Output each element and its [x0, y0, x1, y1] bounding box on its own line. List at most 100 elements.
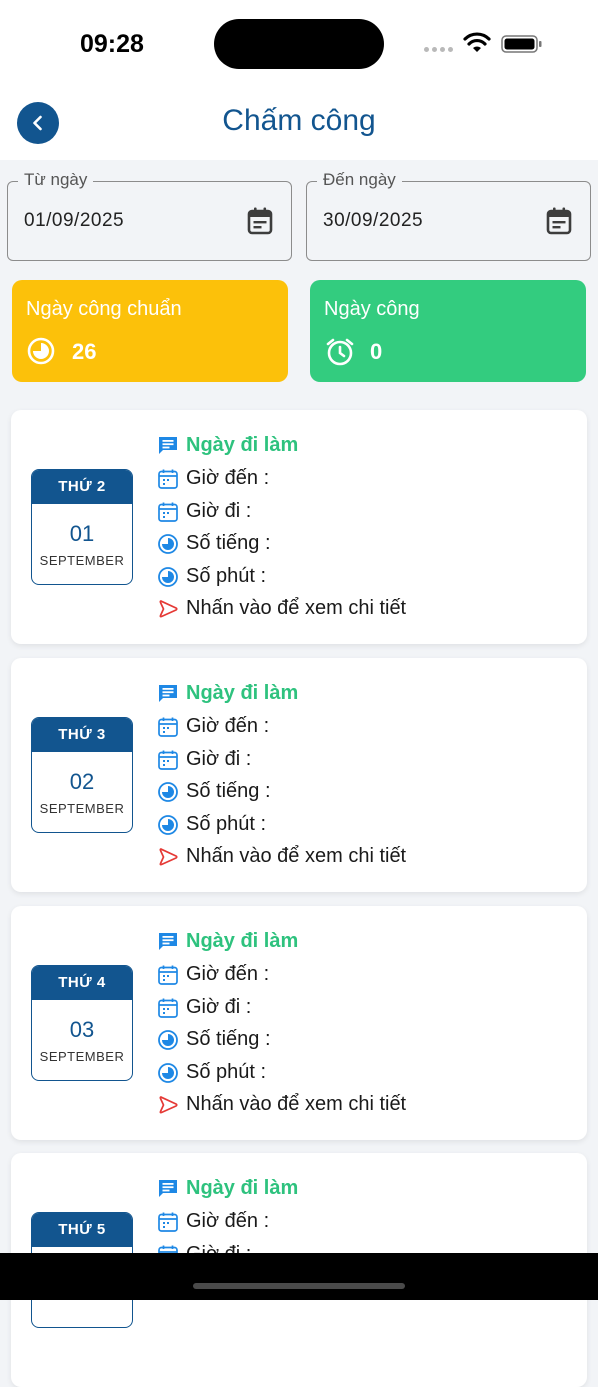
- dynamic-island: [214, 19, 384, 69]
- calendar-icon: [158, 1212, 178, 1232]
- from-date-field[interactable]: Từ ngày 01/09/2025: [7, 170, 292, 261]
- minutes-label: Số phút :: [186, 1061, 267, 1083]
- calendar-icon: [158, 502, 178, 522]
- day-card[interactable]: THỨ 2 01 SEPTEMBER Ngày đi làm Giờ đến :…: [11, 410, 587, 644]
- arrow-right-icon: [159, 1095, 178, 1113]
- minutes-row: Số phút :: [157, 813, 266, 836]
- message-icon: [159, 436, 177, 454]
- clock-icon: [158, 1029, 178, 1050]
- hours-row: Số tiếng :: [157, 532, 271, 555]
- month-label: SEPTEMBER: [39, 801, 125, 816]
- standard-workdays-value: 26: [72, 339, 97, 364]
- status-row: Ngày đi làm: [157, 434, 298, 457]
- detail-link[interactable]: Nhấn vào để xem chi tiết: [186, 597, 406, 620]
- leave-row: Giờ đi :: [157, 500, 251, 523]
- to-date-label: Đến ngày: [317, 170, 402, 190]
- signal-icon: [424, 47, 453, 52]
- day-card[interactable]: THỨ 4 03 SEPTEMBER Ngày đi làm Giờ đến :…: [11, 906, 587, 1140]
- weekday-label: THỨ 2: [32, 470, 132, 504]
- hours-row: Số tiếng :: [157, 780, 271, 803]
- hours-row: Số tiếng :: [157, 1028, 271, 1051]
- date-badge: THỨ 2 01 SEPTEMBER: [31, 469, 133, 585]
- minutes-label: Số phút :: [186, 565, 267, 587]
- hours-label: Số tiếng :: [186, 532, 271, 554]
- weekday-label: THỨ 3: [32, 718, 132, 752]
- minutes-row: Số phút :: [157, 565, 266, 588]
- date-badge: THỨ 3 02 SEPTEMBER: [31, 717, 133, 833]
- weekday-label: THỨ 4: [32, 966, 132, 1000]
- status-text: Ngày đi làm: [186, 1177, 299, 1199]
- home-bar: [0, 1253, 598, 1300]
- day-number: 01: [69, 521, 95, 546]
- hours-label: Số tiếng :: [186, 780, 271, 802]
- status-row: Ngày đi làm: [157, 682, 298, 705]
- clock-icon: [158, 566, 178, 587]
- to-date-field[interactable]: Đến ngày 30/09/2025: [306, 170, 591, 261]
- leave-label: Giờ đi :: [186, 996, 252, 1018]
- detail-row[interactable]: Nhấn vào để xem chi tiết: [157, 597, 406, 620]
- detail-row[interactable]: Nhấn vào để xem chi tiết: [157, 1093, 406, 1116]
- calendar-icon[interactable]: [546, 207, 572, 235]
- minutes-label: Số phút :: [186, 813, 267, 835]
- month-label: SEPTEMBER: [39, 1049, 125, 1064]
- status-time: 09:28: [80, 30, 144, 58]
- calendar-icon: [158, 469, 178, 489]
- top-bar: 09:28 Chấm công: [0, 0, 598, 160]
- leave-label: Giờ đi :: [186, 748, 252, 770]
- arrow-right-icon: [159, 599, 178, 617]
- to-date-value: 30/09/2025: [323, 210, 424, 231]
- home-indicator[interactable]: [193, 1283, 405, 1289]
- status-text: Ngày đi làm: [186, 682, 299, 704]
- battery-icon: [501, 35, 542, 53]
- calendar-icon: [158, 717, 178, 737]
- status-row: Ngày đi làm: [157, 1177, 298, 1200]
- day-number: 02: [69, 769, 95, 794]
- day-card[interactable]: THỨ 3 02 SEPTEMBER Ngày đi làm Giờ đến :…: [11, 658, 587, 892]
- alarm-icon: [326, 338, 354, 366]
- arrive-label: Giờ đến :: [186, 467, 270, 489]
- detail-link[interactable]: Nhấn vào để xem chi tiết: [186, 1093, 406, 1116]
- calendar-icon: [158, 998, 178, 1018]
- workdays-card: Ngày công 0: [310, 280, 586, 382]
- page-title: Chấm công: [222, 104, 376, 137]
- status-text: Ngày đi làm: [186, 434, 299, 456]
- from-date-value: 01/09/2025: [24, 210, 125, 231]
- arrive-label: Giờ đến :: [186, 1210, 270, 1232]
- status-row: Ngày đi làm: [157, 930, 298, 953]
- minutes-row: Số phút :: [157, 1061, 266, 1084]
- day-number: 03: [69, 1017, 95, 1042]
- arrive-label: Giờ đến :: [186, 715, 270, 737]
- calendar-icon: [158, 750, 178, 770]
- status-text: Ngày đi làm: [186, 930, 299, 952]
- message-icon: [159, 1179, 177, 1197]
- clock-icon: [27, 337, 55, 365]
- calendar-icon[interactable]: [247, 207, 273, 235]
- month-label: SEPTEMBER: [39, 553, 125, 568]
- workdays-label: Ngày công: [324, 298, 420, 320]
- calendar-icon: [158, 965, 178, 985]
- arrow-right-icon: [159, 847, 178, 865]
- detail-link[interactable]: Nhấn vào để xem chi tiết: [186, 845, 406, 868]
- from-date-label: Từ ngày: [18, 170, 94, 190]
- clock-icon: [158, 1062, 178, 1083]
- clock-icon: [158, 781, 178, 802]
- arrive-label: Giờ đến :: [186, 963, 270, 985]
- arrive-row: Giờ đến :: [157, 1210, 269, 1233]
- message-icon: [159, 932, 177, 950]
- leave-row: Giờ đi :: [157, 996, 251, 1019]
- message-icon: [159, 684, 177, 702]
- leave-row: Giờ đi :: [157, 748, 251, 771]
- arrive-row: Giờ đến :: [157, 715, 269, 738]
- clock-icon: [158, 533, 178, 554]
- arrive-row: Giờ đến :: [157, 963, 269, 986]
- standard-workdays-card: Ngày công chuẩn 26: [12, 280, 288, 382]
- weekday-label: THỨ 5: [32, 1213, 132, 1247]
- leave-label: Giờ đi :: [186, 500, 252, 522]
- wifi-icon: [463, 32, 491, 52]
- clock-icon: [158, 814, 178, 835]
- hours-label: Số tiếng :: [186, 1028, 271, 1050]
- detail-row[interactable]: Nhấn vào để xem chi tiết: [157, 845, 406, 868]
- standard-workdays-label: Ngày công chuẩn: [26, 298, 182, 320]
- date-badge: THỨ 4 03 SEPTEMBER: [31, 965, 133, 1081]
- arrive-row: Giờ đến :: [157, 467, 269, 490]
